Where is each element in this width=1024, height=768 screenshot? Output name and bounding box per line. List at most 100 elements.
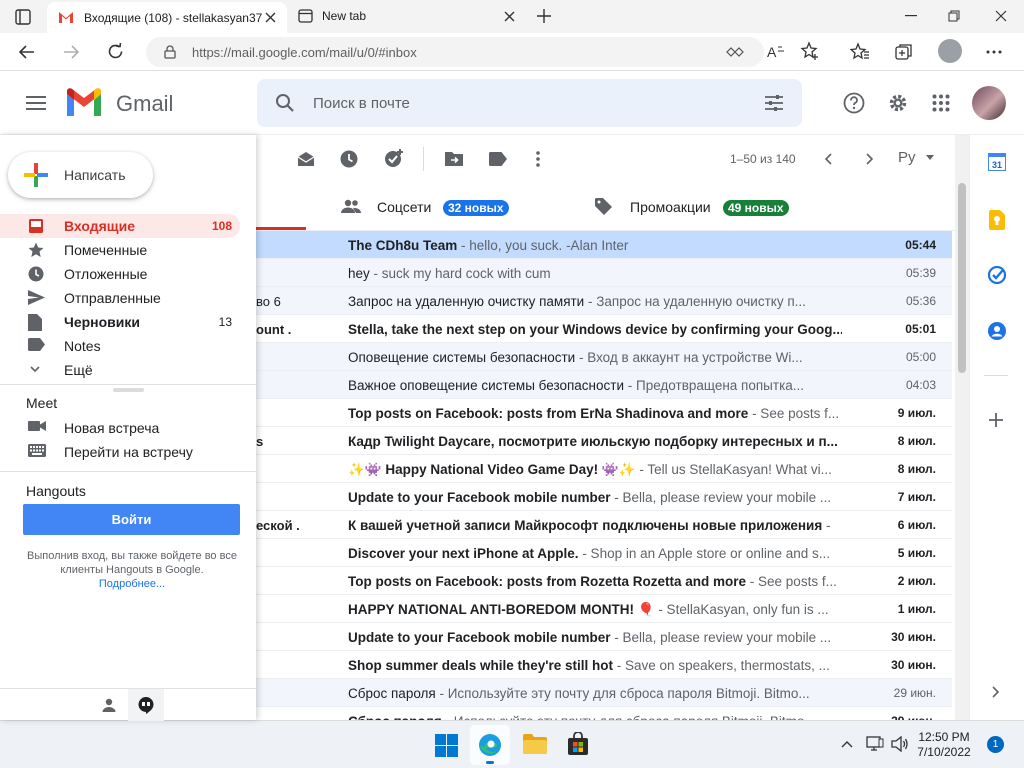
nav-item-inbox[interactable]: Входящие 108 bbox=[0, 214, 240, 238]
newtab-favicon-icon bbox=[298, 9, 313, 23]
main-menu-icon[interactable] bbox=[26, 96, 46, 110]
email-row[interactable]: ount . Stella, take the next step on your… bbox=[256, 315, 952, 343]
resize-handle[interactable] bbox=[113, 388, 144, 392]
notification-badge[interactable]: 1 bbox=[987, 736, 1004, 753]
side-panel: 31 bbox=[969, 135, 1024, 720]
file-explorer-icon[interactable] bbox=[523, 734, 547, 754]
nav-item-snoozed[interactable]: Отложенные bbox=[0, 262, 240, 286]
read-aloud-icon[interactable]: A bbox=[766, 43, 786, 61]
email-row[interactable]: Discover your next iPhone at Apple. - Sh… bbox=[256, 539, 952, 567]
meet-new-meeting[interactable]: Новая встреча bbox=[0, 416, 240, 440]
compose-button[interactable]: Написать bbox=[8, 152, 153, 198]
contacts-person-icon[interactable] bbox=[102, 698, 116, 712]
hangouts-note: Выполнив вход, вы также войдете во все к… bbox=[20, 549, 244, 591]
email-row[interactable]: Оповещение системы безопасности - Вход в… bbox=[256, 343, 952, 371]
email-row[interactable]: еской . К вашей учетной записи Майкрософт… bbox=[256, 511, 952, 539]
newer-chevron-left-icon[interactable] bbox=[824, 153, 832, 165]
close-window-icon[interactable] bbox=[995, 10, 1007, 22]
google-calendar-icon[interactable]: 31 bbox=[988, 153, 1006, 171]
email-row[interactable]: Важное оповещение системы безопасности -… bbox=[256, 371, 952, 399]
email-subject: К вашей учетной записи Майкрософт подклю… bbox=[348, 518, 823, 533]
collections-icon[interactable] bbox=[894, 42, 914, 62]
profile-avatar-icon[interactable] bbox=[938, 39, 962, 63]
move-to-icon[interactable] bbox=[445, 152, 463, 166]
more-options-icon[interactable] bbox=[986, 50, 1002, 54]
search-options-icon[interactable] bbox=[764, 94, 784, 112]
email-row[interactable]: Update to your Facebook mobile number - … bbox=[256, 623, 952, 651]
google-contacts-icon[interactable] bbox=[988, 322, 1006, 340]
nav-item-drafts[interactable]: Черновики 13 bbox=[0, 310, 240, 334]
search-input[interactable]: Поиск в почте bbox=[313, 95, 410, 112]
tab-primary[interactable] bbox=[256, 183, 306, 230]
add-favorite-icon[interactable] bbox=[800, 41, 820, 61]
email-row[interactable]: Top posts on Facebook: posts from ErNa S… bbox=[256, 399, 952, 427]
older-chevron-right-icon[interactable] bbox=[866, 153, 874, 165]
meet-join-meeting[interactable]: Перейти на встречу bbox=[0, 440, 240, 464]
show-hidden-icons-chevron-icon[interactable] bbox=[841, 740, 853, 748]
nav-item-starred[interactable]: Помеченные bbox=[0, 238, 240, 262]
show-side-panel-chevron-icon[interactable] bbox=[992, 686, 1000, 698]
settings-gear-icon[interactable] bbox=[887, 92, 909, 114]
tracking-prevention-icon[interactable] bbox=[726, 45, 744, 59]
email-row[interactable]: s Кадр Twilight Daycare, посмотрите июльс… bbox=[256, 427, 952, 455]
forward-arrow-icon[interactable] bbox=[62, 43, 80, 61]
email-row[interactable]: The CDh8u Team - hello, you suck. -Alan … bbox=[256, 231, 952, 259]
email-row[interactable]: HAPPY NATIONAL ANTI-BOREDOM MONTH! 🎈 - S… bbox=[256, 595, 952, 623]
email-row[interactable]: Top posts on Facebook: posts from Rozett… bbox=[256, 567, 952, 595]
network-icon[interactable] bbox=[866, 736, 884, 752]
edge-taskbar-button[interactable] bbox=[470, 725, 510, 765]
browser-tab-gmail[interactable]: Входящие (108) - stellakasyan37 bbox=[47, 2, 287, 33]
nav-item-more[interactable]: Ещё bbox=[0, 358, 240, 382]
hangouts-more-link[interactable]: Подробнее... bbox=[99, 578, 165, 590]
tab-promotions-label: Промоакции bbox=[630, 199, 711, 215]
input-tools-button[interactable]: Ру bbox=[898, 149, 934, 167]
nav-item-notes[interactable]: Notes bbox=[0, 334, 240, 358]
close-tab-icon[interactable] bbox=[265, 12, 276, 23]
tab-actions-icon[interactable] bbox=[14, 8, 32, 26]
nav-item-sent[interactable]: Отправленные bbox=[0, 286, 240, 310]
windows-start-icon[interactable] bbox=[435, 734, 458, 757]
email-subject-line: ✨👾 Happy National Video Game Day! 👾✨ - T… bbox=[348, 462, 842, 478]
taskbar-clock[interactable]: 12:50 PM 7/10/2022 bbox=[912, 730, 976, 760]
gmail-logo-icon[interactable] bbox=[65, 88, 103, 118]
email-row[interactable]: Сброс пароля - Используйте эту почту для… bbox=[256, 707, 952, 720]
google-tasks-icon[interactable] bbox=[988, 266, 1006, 284]
search-icon[interactable] bbox=[275, 93, 295, 113]
snooze-clock-icon[interactable] bbox=[340, 150, 358, 168]
restore-icon[interactable] bbox=[948, 10, 960, 22]
vertical-scrollbar[interactable] bbox=[955, 135, 969, 720]
hangouts-signin-button[interactable]: Войти bbox=[23, 504, 240, 535]
nav-item-label: Новая встреча bbox=[64, 420, 160, 436]
email-date: 8 июл. bbox=[897, 434, 936, 448]
close-tab-icon[interactable] bbox=[504, 11, 515, 22]
email-row[interactable]: ✨👾 Happy National Video Game Day! 👾✨ - T… bbox=[256, 455, 952, 483]
email-row[interactable]: Update to your Facebook mobile number - … bbox=[256, 483, 952, 511]
microsoft-store-icon[interactable] bbox=[566, 732, 590, 756]
help-icon[interactable] bbox=[843, 92, 865, 114]
email-subject-line: Shop summer deals while they're still ho… bbox=[348, 658, 842, 673]
refresh-icon[interactable] bbox=[106, 42, 125, 61]
url-bar[interactable]: https://mail.google.com/mail/u/0/#inbox bbox=[146, 37, 764, 67]
back-arrow-icon[interactable] bbox=[18, 43, 36, 61]
email-row[interactable]: во 6 Запрос на удаленную очистку памяти -… bbox=[256, 287, 952, 315]
scrollbar-thumb[interactable] bbox=[958, 183, 966, 373]
lock-icon[interactable] bbox=[164, 45, 176, 59]
minimize-icon[interactable] bbox=[905, 15, 917, 17]
mark-as-read-icon[interactable] bbox=[297, 151, 315, 167]
get-addons-plus-icon[interactable] bbox=[989, 413, 1003, 427]
search-bar[interactable]: Поиск в почте bbox=[257, 79, 802, 127]
google-keep-icon[interactable] bbox=[989, 210, 1005, 230]
favorites-icon[interactable] bbox=[850, 42, 870, 62]
add-task-icon[interactable] bbox=[384, 149, 404, 169]
email-row[interactable]: Shop summer deals while they're still ho… bbox=[256, 651, 952, 679]
google-apps-icon[interactable] bbox=[932, 94, 950, 112]
hangouts-tab[interactable] bbox=[128, 689, 164, 721]
email-row[interactable]: Сброс пароля - Используйте эту почту для… bbox=[256, 679, 952, 707]
more-vertical-icon[interactable] bbox=[536, 151, 540, 167]
account-avatar[interactable] bbox=[972, 86, 1006, 120]
mail-toolbar: Ру bbox=[256, 135, 956, 183]
volume-icon[interactable] bbox=[891, 736, 909, 752]
new-tab-plus-icon[interactable] bbox=[536, 8, 552, 24]
label-icon[interactable] bbox=[489, 152, 507, 166]
email-row[interactable]: hey - suck my hard cock with cum 05:39 bbox=[256, 259, 952, 287]
